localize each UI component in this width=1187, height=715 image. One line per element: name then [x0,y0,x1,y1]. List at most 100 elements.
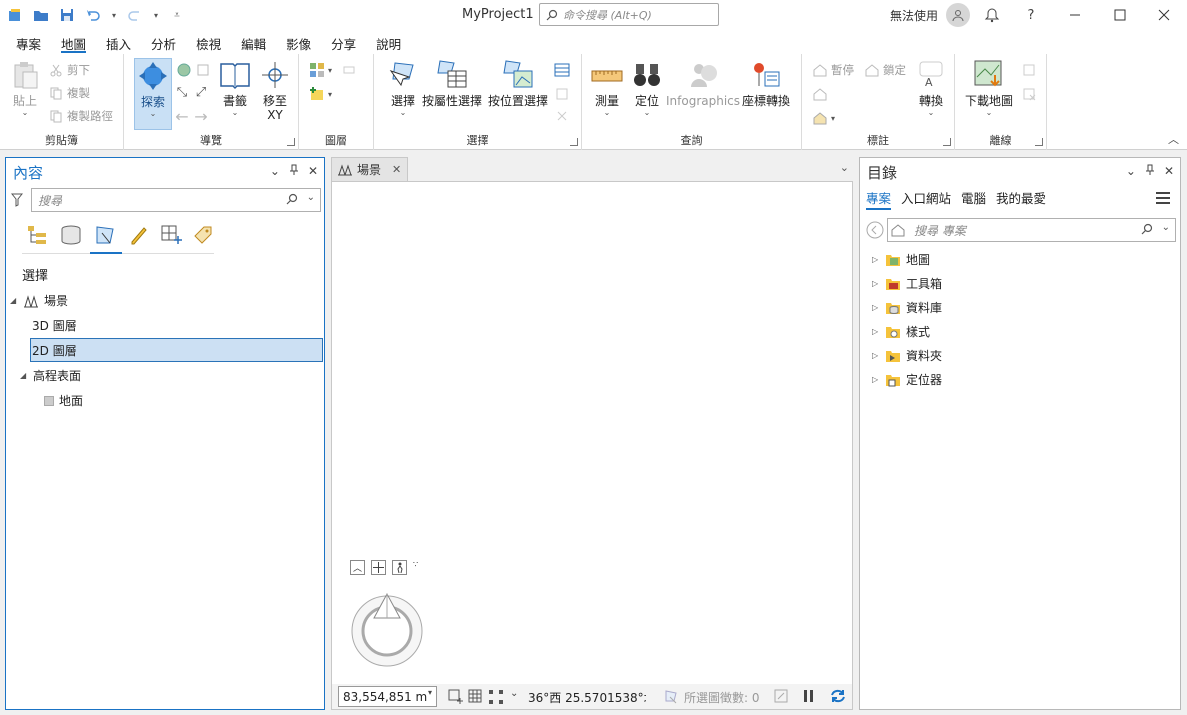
catalog-menu-icon[interactable] [1156,192,1170,204]
zoom-to-selection-button[interactable] [554,86,570,102]
list-by-labeling-icon[interactable] [192,224,214,246]
refresh-view-icon[interactable] [830,688,846,704]
tree-item-elevation-surfaces[interactable]: ◢ 高程表面 [20,367,81,384]
tree-item-3d-layers[interactable]: 3D 圖層 [32,317,77,334]
view-tabs-dropdown-icon[interactable]: ⌄ [840,161,849,174]
attributes-table-button[interactable] [554,62,570,78]
tab-scene[interactable]: 場景 ✕ [331,157,408,181]
basemap-button[interactable]: ▾ [309,62,357,78]
pin-pane-icon[interactable] [289,164,299,178]
lock-labeling-button[interactable]: 鎖定 [864,62,906,78]
expand-triangle-icon[interactable]: ▷ [872,303,880,312]
search-dropdown-icon[interactable]: ⌄ [307,192,315,203]
labeling-launcher-icon[interactable] [943,138,951,146]
bookmarks-button[interactable]: 書籤 ⌄ [218,58,252,118]
close-pane-icon[interactable]: ✕ [308,164,318,178]
goto-xy-button[interactable]: 移至 XY [258,58,292,122]
locate-button[interactable]: 定位 ⌄ [630,58,664,118]
save-project-icon[interactable] [58,6,76,24]
copy-button[interactable]: 複製 [48,85,90,101]
collapse-triangle-icon[interactable]: ◢ [20,371,28,380]
grid-icon[interactable] [468,689,482,703]
select-by-attributes-button[interactable]: 按屬性選擇 [422,58,482,108]
tab-share[interactable]: 分享 [331,30,356,54]
pane-options-chevron-icon[interactable]: ⌄ [270,164,280,178]
redo-icon[interactable] [126,6,144,24]
pause-drawing-icon[interactable] [802,689,816,703]
expand-triangle-icon[interactable]: ▷ [872,327,880,336]
navigator-pan-icon[interactable] [371,560,386,575]
tab-help[interactable]: 說明 [376,30,401,54]
copy-path-button[interactable]: 複製路徑 [48,108,113,124]
expand-triangle-icon[interactable]: ▷ [872,375,880,384]
scene-view[interactable]: ︿ ∵ [331,181,853,686]
catalog-tab-computer[interactable]: 電腦 [961,188,986,210]
tab-map[interactable]: 地圖 [61,30,87,54]
remove-offline-button[interactable] [1021,86,1037,102]
list-by-drawing-order-icon[interactable] [26,224,48,246]
previous-next-extent-button[interactable]: ← → [174,107,209,126]
pause-labeling-button[interactable]: 暫停 [812,62,854,78]
expand-triangle-icon[interactable]: ▷ [872,351,880,360]
close-window-icon[interactable] [1154,5,1174,25]
catalog-tab-favorites[interactable]: 我的最愛 [996,188,1046,210]
new-project-icon[interactable] [6,6,24,24]
search-dropdown-icon[interactable]: ⌄ [1162,222,1170,233]
compass-navigator-icon[interactable] [350,592,424,668]
more-labeling-button[interactable]: ▾ [812,110,835,126]
filter-icon[interactable] [11,193,23,207]
full-extent-button[interactable]: ⤡ ⤢ [174,84,209,100]
close-tab-icon[interactable]: ✕ [392,163,401,176]
selection-launcher-icon[interactable] [570,138,578,146]
list-by-editing-icon[interactable] [128,224,150,246]
tree-item-2d-layers[interactable]: 2D 圖層 [30,338,323,362]
user-status-label[interactable]: 無法使用 [890,7,938,24]
coordinate-system-icon[interactable] [488,689,504,705]
list-by-data-source-icon[interactable] [60,224,82,246]
navigate-launcher-icon[interactable] [287,138,295,146]
minimize-icon[interactable] [1065,5,1085,25]
contents-search-input[interactable]: 搜尋 ⌄ [31,188,321,212]
convert-coordinates-button[interactable]: 座標轉換 [742,58,790,108]
coordinate-format-dropdown-icon[interactable]: ⌄ [510,688,518,699]
tab-insert[interactable]: 插入 [106,30,131,54]
catalog-item-maps[interactable]: ▷ 地圖 [872,251,930,268]
offline-launcher-icon[interactable] [1035,138,1043,146]
refresh-selection-icon[interactable] [774,689,788,703]
redo-dropdown-icon[interactable]: ▾ [152,6,160,24]
pin-pane-icon[interactable] [1145,164,1155,178]
back-navigation-icon[interactable] [866,221,884,239]
catalog-tab-portal[interactable]: 入口網站 [901,188,951,210]
paste-button[interactable]: 貼上 ⌄ [8,58,42,118]
maximize-icon[interactable] [1110,5,1130,25]
expand-triangle-icon[interactable]: ▷ [872,255,880,264]
collapse-ribbon-icon[interactable]: ︿ [1168,131,1179,147]
catalog-item-toolboxes[interactable]: ▷ 工具箱 [872,275,942,292]
select-by-location-button[interactable]: 按位置選擇 [488,58,548,108]
tree-item-ground[interactable]: 地面 [44,392,83,409]
customize-qat-icon[interactable]: ⩡ [168,6,186,24]
tab-analysis[interactable]: 分析 [151,30,176,54]
scale-input[interactable]: 83,554,851 m ▾ [338,686,437,707]
clear-selection-button[interactable] [554,108,570,124]
download-map-button[interactable]: 下載地圖 ⌄ [965,58,1013,118]
help-icon[interactable]: ? [1021,5,1041,25]
select-button[interactable]: 選擇 ⌄ [386,58,420,118]
view-unplaced-button[interactable] [812,86,828,102]
infographics-button[interactable]: Infographics [666,58,740,108]
collapse-triangle-icon[interactable]: ◢ [10,296,18,305]
add-grid-icon[interactable] [448,689,464,705]
pane-options-chevron-icon[interactable]: ⌄ [1126,164,1136,178]
sync-button[interactable] [1021,62,1037,78]
globe-view-button[interactable] [176,62,211,78]
close-pane-icon[interactable]: ✕ [1164,164,1174,178]
navigator-walk-icon[interactable] [392,560,407,575]
command-search-input[interactable]: 命令搜尋 (Alt+Q) [539,3,719,26]
avatar[interactable] [946,3,970,27]
list-by-snapping-icon[interactable] [160,224,184,246]
navigator-expand-icon[interactable]: ︿ [350,560,365,575]
notifications-bell-icon[interactable] [982,5,1002,25]
catalog-tab-project[interactable]: 專案 [866,188,892,210]
catalog-item-locators[interactable]: ▷ 定位器 [872,371,942,388]
catalog-item-databases[interactable]: ▷ 資料庫 [872,299,942,316]
